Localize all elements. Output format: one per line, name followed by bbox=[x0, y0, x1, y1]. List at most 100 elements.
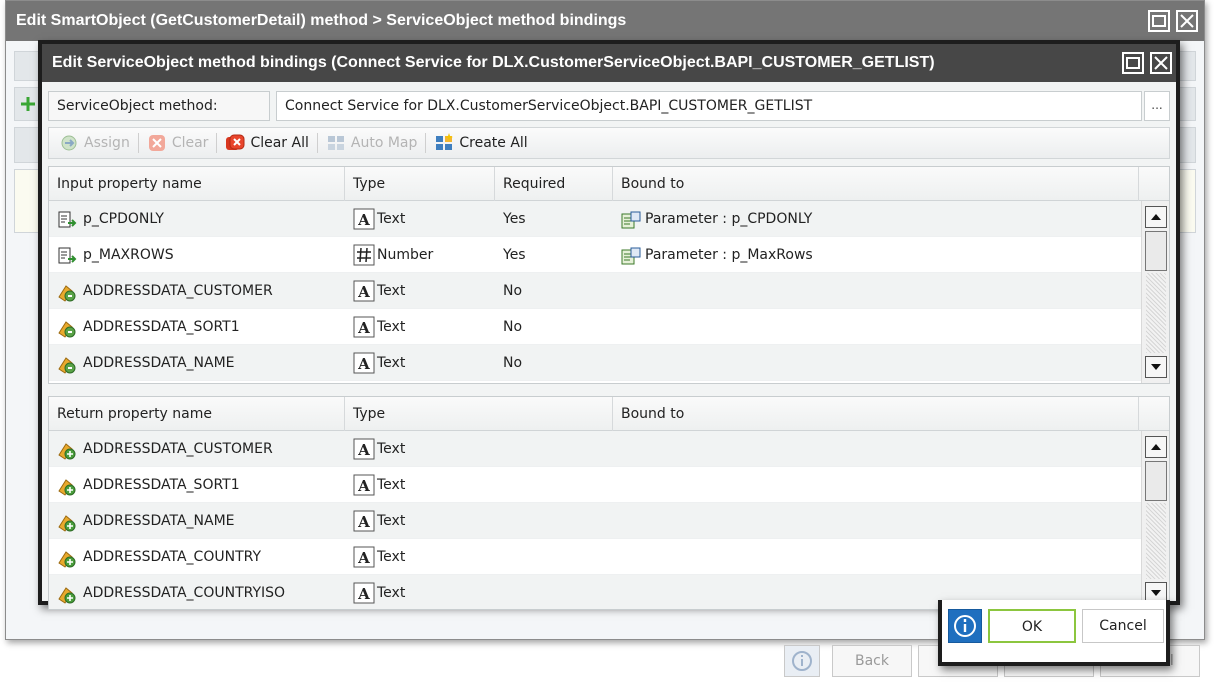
wizard-info-button[interactable] bbox=[784, 645, 820, 677]
type-label: Text bbox=[377, 355, 406, 371]
parameter-icon bbox=[57, 245, 77, 265]
svg-text:A: A bbox=[357, 355, 370, 373]
property-name: ADDRESSDATA_NAME bbox=[83, 513, 235, 529]
scroll-down-arrow-icon[interactable] bbox=[1145, 356, 1167, 378]
ok-button[interactable]: OK bbox=[988, 609, 1076, 643]
parameter-binding-icon bbox=[621, 245, 641, 265]
input-grid-scrollbar[interactable] bbox=[1141, 201, 1169, 383]
type-label: Text bbox=[377, 283, 406, 299]
column-header-type[interactable]: Type bbox=[345, 397, 613, 431]
return-property-icon bbox=[57, 439, 77, 460]
bound-to-cell[interactable] bbox=[621, 467, 1121, 503]
bound-to-cell[interactable] bbox=[621, 273, 1121, 309]
bound-to-cell[interactable] bbox=[621, 539, 1121, 575]
property-name-cell: p_MAXROWS bbox=[57, 237, 343, 273]
table-row[interactable]: ADDRESSDATA_CUSTOMER A Text bbox=[49, 431, 1141, 467]
return-grid-scrollbar[interactable] bbox=[1141, 431, 1169, 609]
table-row[interactable]: ADDRESSDATA_COUNTRY A Text bbox=[49, 539, 1141, 575]
info-icon bbox=[954, 615, 976, 637]
column-header-required[interactable]: Required bbox=[495, 167, 613, 201]
dialog-title: Edit ServiceObject method bindings (Conn… bbox=[52, 54, 935, 71]
table-row[interactable]: ADDRESSDATA_CUSTOMER A Text No bbox=[49, 273, 1141, 309]
scroll-up-arrow-icon[interactable] bbox=[1145, 436, 1167, 458]
dialog-body: ServiceObject method: Connect Service fo… bbox=[42, 82, 1176, 610]
input-grid-header: Input property name Type Required Bound … bbox=[49, 167, 1169, 201]
return-property-icon bbox=[57, 583, 77, 604]
table-row[interactable]: ADDRESSDATA_SORT1 A Text bbox=[49, 467, 1141, 503]
table-row[interactable]: ADDRESSDATA_NAME A Text No bbox=[49, 345, 1141, 381]
toolbar-divider bbox=[425, 133, 427, 153]
svg-text:A: A bbox=[357, 319, 370, 337]
clear-button[interactable]: Clear bbox=[143, 130, 213, 156]
dialog-close-icon[interactable] bbox=[1150, 52, 1172, 74]
assign-button[interactable]: Assign bbox=[55, 130, 134, 156]
assign-label: Assign bbox=[84, 135, 130, 151]
dialog-title-bar: Edit ServiceObject method bindings (Conn… bbox=[42, 44, 1176, 82]
input-properties-grid: Input property name Type Required Bound … bbox=[48, 166, 1170, 384]
help-button[interactable] bbox=[948, 609, 982, 643]
create-all-icon bbox=[436, 133, 454, 150]
auto-map-icon bbox=[327, 136, 344, 150]
scroll-up-arrow-icon[interactable] bbox=[1145, 206, 1167, 228]
bound-to-cell[interactable]: Parameter : p_MaxRows bbox=[621, 237, 1121, 273]
property-name-cell: ADDRESSDATA_CUSTOMER bbox=[57, 273, 343, 309]
type-cell: A Text bbox=[353, 503, 493, 539]
bound-to-cell[interactable] bbox=[621, 345, 1121, 381]
property-name: ADDRESSDATA_COUNTRYISO bbox=[83, 585, 286, 601]
table-row[interactable]: p_MAXROWS Number Yes Parameter : p_MaxRows bbox=[49, 237, 1141, 273]
clear-all-label: Clear All bbox=[250, 135, 309, 151]
column-header-bound-to[interactable]: Bound to bbox=[613, 397, 1139, 431]
toolbar-divider bbox=[137, 133, 139, 153]
column-header-return-name[interactable]: Return property name bbox=[49, 397, 345, 431]
clear-all-button[interactable]: Clear All bbox=[221, 130, 312, 156]
cancel-button[interactable]: Cancel bbox=[1082, 609, 1164, 643]
bound-to-cell[interactable]: Parameter : p_CPDONLY bbox=[621, 201, 1121, 237]
type-cell: Number bbox=[353, 237, 493, 273]
create-all-button[interactable]: Create All bbox=[430, 130, 531, 156]
column-header-bound-to[interactable]: Bound to bbox=[613, 167, 1139, 201]
dialog-maximize-icon[interactable] bbox=[1122, 52, 1144, 74]
bound-to-cell[interactable] bbox=[621, 503, 1121, 539]
return-properties-grid: Return property name Type Bound to ADDRE… bbox=[48, 396, 1170, 610]
property-name-cell: ADDRESSDATA_COUNTRY bbox=[57, 539, 343, 575]
property-name-cell: ADDRESSDATA_CUSTOMER bbox=[57, 431, 343, 467]
table-row[interactable]: p_CPDONLY A Text Yes Parameter : p_CPDONLY bbox=[49, 201, 1141, 237]
type-label: Number bbox=[377, 247, 434, 263]
property-icon bbox=[57, 317, 77, 338]
method-bindings-dialog: Edit ServiceObject method bindings (Conn… bbox=[38, 40, 1180, 610]
return-grid-rows: ADDRESSDATA_CUSTOMER A Text ADDRESSDATA_SOR… bbox=[49, 431, 1141, 609]
type-label: Text bbox=[377, 477, 406, 493]
bound-to-cell[interactable] bbox=[621, 309, 1121, 345]
property-name-cell: ADDRESSDATA_SORT1 bbox=[57, 467, 343, 503]
clear-label: Clear bbox=[171, 135, 209, 151]
scroll-thumb[interactable] bbox=[1145, 231, 1167, 271]
close-icon[interactable] bbox=[1176, 10, 1198, 32]
text-type-icon: A bbox=[353, 474, 375, 496]
return-grid-header: Return property name Type Bound to bbox=[49, 397, 1169, 431]
required-cell: No bbox=[503, 319, 523, 335]
maximize-icon[interactable] bbox=[1148, 10, 1170, 32]
bound-to-cell[interactable] bbox=[621, 431, 1121, 467]
text-type-icon: A bbox=[353, 316, 375, 338]
browse-button[interactable]: ... bbox=[1144, 91, 1170, 121]
type-cell: A Text bbox=[353, 273, 493, 309]
type-label: Text bbox=[377, 585, 406, 601]
type-label: Text bbox=[377, 441, 406, 457]
scroll-thumb[interactable] bbox=[1145, 461, 1167, 501]
table-row[interactable]: ADDRESSDATA_SORT1 A Text No bbox=[49, 309, 1141, 345]
text-type-icon: A bbox=[353, 352, 375, 374]
scroll-track[interactable] bbox=[1146, 273, 1166, 353]
column-header-input-name[interactable]: Input property name bbox=[49, 167, 345, 201]
property-name: p_CPDONLY bbox=[83, 211, 164, 227]
serviceobject-method-field[interactable]: Connect Service for DLX.CustomerServiceO… bbox=[276, 91, 1142, 121]
toolbar-divider bbox=[216, 133, 218, 153]
auto-map-button[interactable]: Auto Map bbox=[322, 130, 422, 156]
text-type-icon: A bbox=[353, 582, 375, 604]
back-button[interactable]: Back bbox=[832, 645, 912, 677]
bindings-toolbar: Assign Clear Clear All Auto Map Create A… bbox=[48, 127, 1170, 159]
column-header-type[interactable]: Type bbox=[345, 167, 495, 201]
svg-text:A: A bbox=[357, 477, 370, 495]
return-property-icon bbox=[57, 511, 77, 532]
table-row[interactable]: ADDRESSDATA_NAME A Text bbox=[49, 503, 1141, 539]
scroll-track[interactable] bbox=[1146, 503, 1166, 579]
